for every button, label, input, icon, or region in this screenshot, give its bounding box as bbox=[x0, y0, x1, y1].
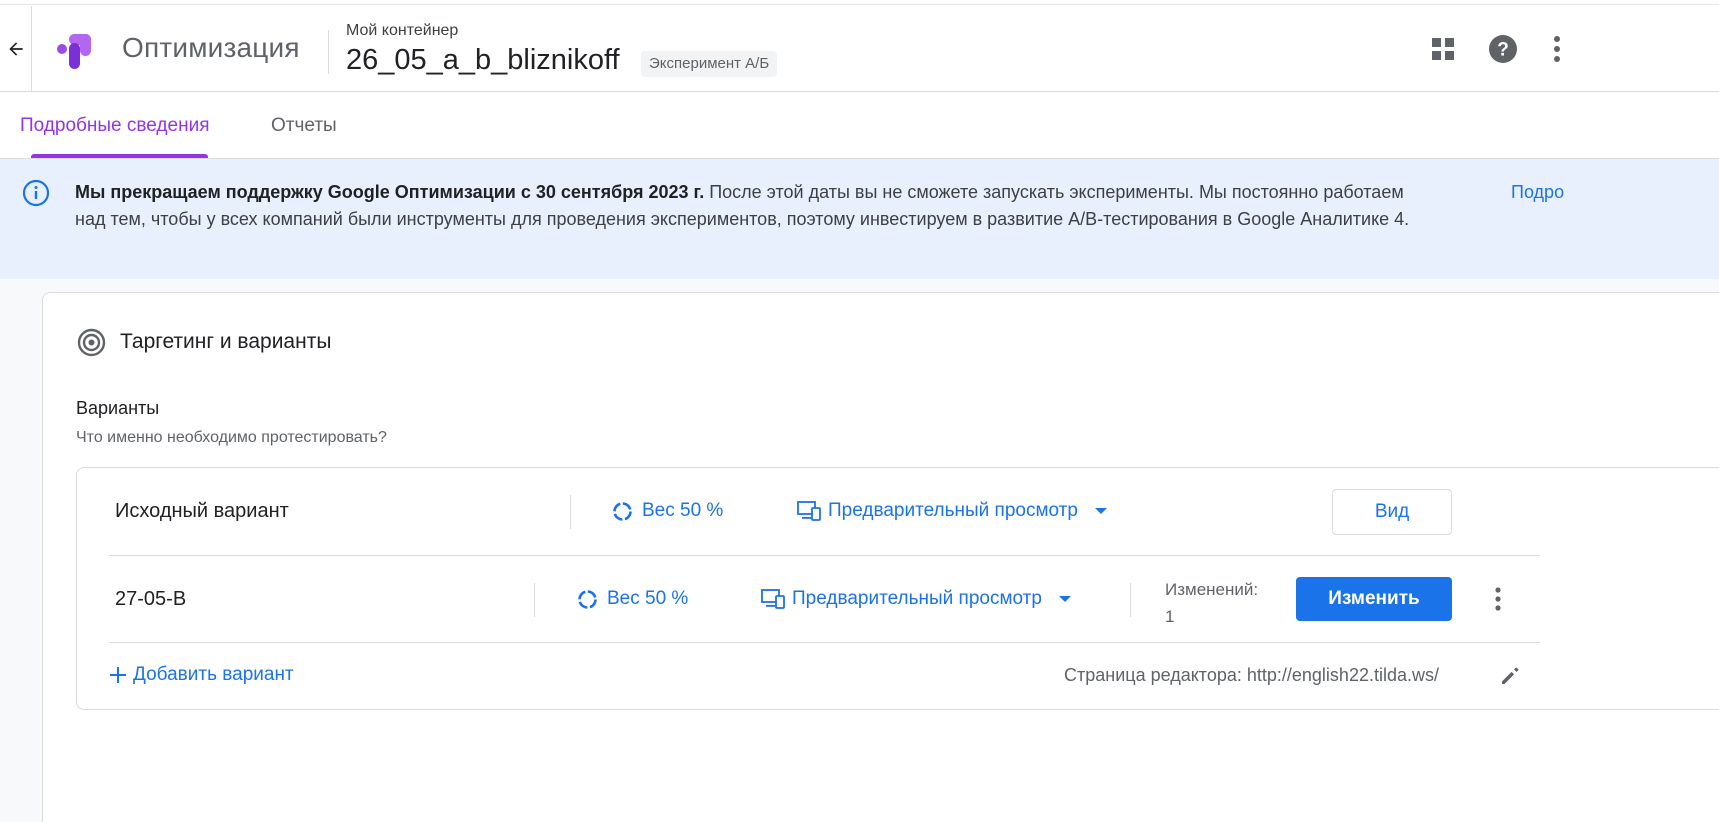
chevron-down-icon bbox=[1058, 596, 1071, 602]
experiment-name: 26_05_a_b_bliznikoff bbox=[346, 44, 620, 76]
preview-label: Предварительный просмотр bbox=[828, 500, 1078, 521]
banner-bold-text: Мы прекращаем поддержку Google Оптимизац… bbox=[75, 182, 705, 202]
arrow-back-icon bbox=[8, 42, 23, 56]
more-vert-icon[interactable] bbox=[1547, 32, 1567, 66]
app-header: Оптимизация Мой контейнер 26_05_a_b_bliz… bbox=[0, 6, 1719, 92]
target-icon bbox=[77, 328, 106, 357]
weight-ring-icon bbox=[578, 589, 597, 609]
preview-dropdown-original[interactable]: Предварительный просмотр bbox=[797, 500, 1107, 522]
active-tab-indicator bbox=[31, 154, 208, 158]
banner-message: Мы прекращаем поддержку Google Оптимизац… bbox=[75, 179, 1435, 233]
row-divider bbox=[109, 555, 1540, 556]
apps-grid-icon[interactable] bbox=[1430, 36, 1456, 62]
changes-value: 1 bbox=[1165, 607, 1175, 626]
weight-label: Вес 50 % bbox=[607, 588, 689, 609]
deprecation-banner: Мы прекращаем поддержку Google Оптимизац… bbox=[0, 159, 1719, 279]
editor-page-url: Страница редактора: http://english22.til… bbox=[1064, 665, 1439, 685]
column-divider bbox=[1130, 583, 1131, 617]
devices-icon bbox=[797, 501, 821, 521]
experiment-type-badge: Эксперимент А/Б bbox=[641, 51, 778, 77]
help-icon[interactable]: ? bbox=[1487, 33, 1519, 65]
column-divider bbox=[534, 583, 535, 617]
more-vert-icon[interactable] bbox=[1488, 585, 1508, 615]
preview-label: Предварительный просмотр bbox=[792, 588, 1042, 609]
plus-icon bbox=[110, 667, 126, 683]
column-divider bbox=[570, 495, 571, 529]
variant-name-b: 27-05-B bbox=[115, 588, 187, 610]
app-name: Оптимизация bbox=[122, 32, 300, 63]
variant-weight-b[interactable]: Вес 50 % bbox=[577, 588, 688, 610]
optimize-logo-icon bbox=[57, 34, 91, 69]
pencil-icon[interactable] bbox=[1499, 665, 1521, 687]
add-variant-button[interactable]: Добавить вариант bbox=[109, 664, 294, 686]
add-variant-label: Добавить вариант bbox=[133, 664, 294, 685]
tab-details[interactable]: Подробные сведения bbox=[20, 115, 209, 137]
back-button[interactable] bbox=[0, 6, 32, 92]
info-icon bbox=[22, 179, 50, 207]
header-divider bbox=[328, 30, 329, 74]
container-label: Мой контейнер bbox=[346, 22, 459, 39]
weight-ring-icon bbox=[613, 501, 632, 521]
edit-button[interactable]: Изменить bbox=[1296, 577, 1452, 621]
banner-details-link[interactable]: Подро bbox=[1511, 179, 1564, 206]
devices-icon bbox=[761, 589, 785, 609]
browser-top-line bbox=[0, 0, 1719, 5]
chevron-down-icon bbox=[1094, 508, 1107, 514]
variants-subtitle: Что именно необходимо протестировать? bbox=[76, 429, 387, 446]
svg-text:?: ? bbox=[1497, 40, 1509, 61]
preview-dropdown-b[interactable]: Предварительный просмотр bbox=[761, 588, 1071, 610]
variant-name-original: Исходный вариант bbox=[115, 500, 289, 522]
variants-heading: Варианты bbox=[76, 398, 160, 418]
changes-count: Изменений: 1 bbox=[1165, 576, 1258, 630]
row-divider bbox=[109, 642, 1540, 643]
card-title: Таргетинг и варианты bbox=[120, 330, 332, 353]
tab-reports[interactable]: Отчеты bbox=[271, 115, 337, 137]
tab-bar: Подробные сведения Отчеты bbox=[0, 93, 1719, 159]
changes-label: Изменений: bbox=[1165, 580, 1259, 599]
weight-label: Вес 50 % bbox=[642, 500, 724, 521]
variant-weight-original[interactable]: Вес 50 % bbox=[612, 500, 723, 522]
view-button[interactable]: Вид bbox=[1332, 489, 1452, 535]
